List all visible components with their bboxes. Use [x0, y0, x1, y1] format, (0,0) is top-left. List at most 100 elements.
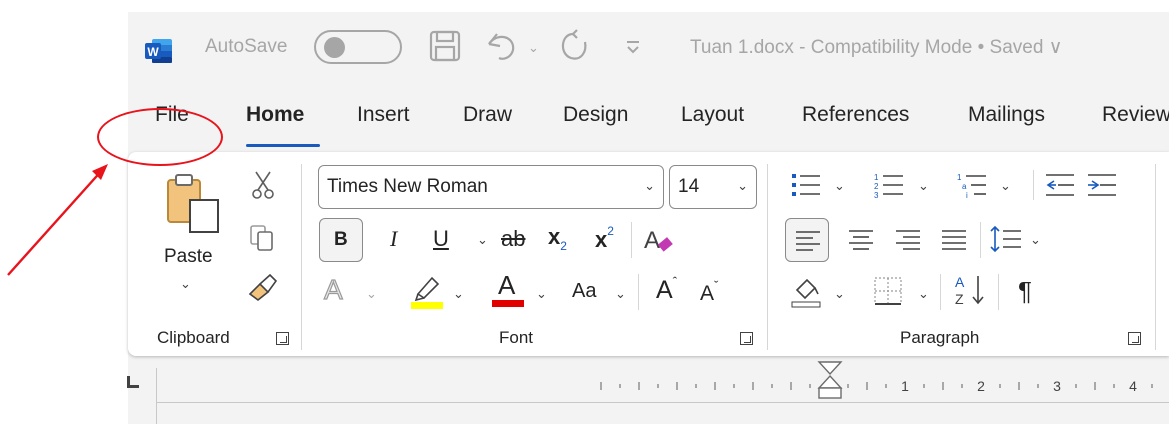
- clipboard-dialog-launcher-icon[interactable]: [276, 332, 289, 345]
- ruler-number: 4: [1129, 378, 1137, 394]
- svg-text:3: 3: [874, 191, 879, 198]
- paragraph-dialog-launcher-icon[interactable]: [1128, 332, 1141, 345]
- paste-dropdown-icon[interactable]: ⌄: [180, 276, 191, 292]
- shading-icon[interactable]: [791, 274, 823, 308]
- ruler-divider-vertical: [156, 368, 157, 424]
- decrease-indent-icon[interactable]: [1044, 172, 1076, 198]
- strikethrough-button[interactable]: ab: [501, 226, 525, 252]
- subscript-mark: 2: [560, 239, 567, 253]
- superscript-mark: 2: [607, 224, 614, 238]
- tab-references[interactable]: References: [802, 103, 909, 127]
- word-app-icon: W: [144, 37, 174, 65]
- clear-formatting-icon[interactable]: A: [642, 224, 676, 256]
- paste-label[interactable]: Paste: [164, 246, 213, 268]
- shrink-font-letter: A: [700, 282, 715, 305]
- line-spacing-dropdown-icon[interactable]: ⌄: [1030, 232, 1041, 248]
- tab-home[interactable]: Home: [246, 103, 304, 127]
- svg-text:A: A: [955, 274, 965, 290]
- save-icon[interactable]: [428, 29, 462, 63]
- horizontal-ruler: 1 2 3 4: [597, 370, 1169, 402]
- bullets-dropdown-icon[interactable]: ⌄: [834, 178, 845, 194]
- numbering-dropdown-icon[interactable]: ⌄: [918, 178, 929, 194]
- separator: [998, 274, 999, 310]
- font-color-letter: A: [498, 270, 516, 300]
- clipboard-group-label: Clipboard: [157, 328, 230, 347]
- undo-dropdown-icon[interactable]: ⌄: [528, 40, 539, 56]
- tab-draw[interactable]: Draw: [463, 103, 512, 127]
- tab-review[interactable]: Review: [1102, 103, 1169, 127]
- align-center-icon[interactable]: [848, 228, 874, 252]
- subscript-button[interactable]: x2: [548, 224, 567, 253]
- separator: [940, 274, 941, 310]
- grow-font-letter: A: [656, 276, 673, 304]
- annotation-arrow: [0, 150, 120, 280]
- line-spacing-icon[interactable]: [990, 224, 1022, 254]
- underline-dropdown-icon[interactable]: ⌄: [477, 232, 488, 248]
- align-left-button[interactable]: [785, 218, 829, 262]
- numbering-icon[interactable]: 123: [873, 172, 905, 198]
- multilevel-list-icon[interactable]: 1ai: [956, 172, 988, 198]
- copy-icon[interactable]: [248, 224, 276, 254]
- shading-dropdown-icon[interactable]: ⌄: [834, 286, 845, 302]
- font-size-select[interactable]: 14 ⌄: [669, 165, 757, 209]
- align-left-icon: [796, 231, 820, 251]
- separator: [1155, 164, 1156, 350]
- svg-text:A: A: [644, 227, 660, 254]
- autosave-toggle-knob: [324, 37, 345, 58]
- justify-icon[interactable]: [941, 228, 967, 252]
- customize-qat-icon[interactable]: [625, 36, 641, 56]
- tab-mailings[interactable]: Mailings: [968, 103, 1045, 127]
- highlight-dropdown-icon[interactable]: ⌄: [453, 286, 464, 302]
- tab-insert[interactable]: Insert: [357, 103, 410, 127]
- superscript-button[interactable]: x2: [595, 224, 614, 253]
- font-color-dropdown-icon[interactable]: ⌄: [536, 286, 547, 302]
- sort-icon[interactable]: AZ: [954, 272, 988, 308]
- font-dialog-launcher-icon[interactable]: [740, 332, 753, 345]
- shrink-font-button[interactable]: Aˇ: [700, 278, 718, 306]
- word-icon-letter: W: [147, 45, 159, 59]
- svg-text:Z: Z: [955, 291, 964, 307]
- tab-design[interactable]: Design: [563, 103, 628, 127]
- tab-layout[interactable]: Layout: [681, 103, 744, 127]
- paste-icon[interactable]: [164, 172, 222, 234]
- separator: [631, 222, 632, 258]
- borders-dropdown-icon[interactable]: ⌄: [918, 286, 929, 302]
- italic-button[interactable]: I: [390, 226, 397, 252]
- font-name-select[interactable]: Times New Roman ⌄: [318, 165, 664, 209]
- grow-font-button[interactable]: Aˆ: [656, 274, 677, 305]
- font-color-swatch: [492, 300, 524, 307]
- change-case-dropdown-icon[interactable]: ⌄: [615, 286, 626, 302]
- subscript-base: x: [548, 224, 561, 249]
- indent-markers-icon[interactable]: [816, 360, 844, 402]
- bold-button[interactable]: B: [319, 218, 363, 262]
- borders-icon[interactable]: [873, 276, 903, 306]
- autosave-toggle[interactable]: [314, 30, 402, 64]
- format-painter-icon[interactable]: [246, 272, 280, 302]
- ruler-number: 3: [1053, 378, 1061, 394]
- change-case-button[interactable]: Aa: [572, 280, 596, 303]
- redo-icon[interactable]: [555, 28, 591, 64]
- show-formatting-marks-button[interactable]: ¶: [1018, 276, 1032, 307]
- cut-icon[interactable]: [251, 170, 275, 200]
- document-title: Tuan 1.docx - Compatibility Mode • Saved…: [690, 37, 1063, 58]
- bold-label: B: [334, 229, 348, 250]
- text-effects-button[interactable]: A: [323, 273, 343, 306]
- underline-button[interactable]: U: [433, 226, 449, 252]
- svg-text:a: a: [962, 182, 967, 191]
- autosave-label: AutoSave: [205, 36, 288, 57]
- font-color-button[interactable]: A: [492, 270, 524, 310]
- svg-text:1: 1: [957, 173, 962, 182]
- font-size-dropdown-icon[interactable]: ⌄: [737, 178, 748, 194]
- highlight-color-icon[interactable]: [410, 272, 444, 310]
- text-effects-dropdown-icon[interactable]: ⌄: [366, 286, 377, 302]
- increase-indent-icon[interactable]: [1086, 172, 1118, 198]
- bullets-icon[interactable]: [790, 172, 822, 198]
- font-name-dropdown-icon[interactable]: ⌄: [644, 178, 655, 194]
- tab-selector-icon[interactable]: [127, 376, 139, 388]
- align-right-icon[interactable]: [895, 228, 921, 252]
- grow-font-caret-icon: ˆ: [672, 274, 678, 289]
- separator: [638, 274, 639, 310]
- multilevel-list-dropdown-icon[interactable]: ⌄: [1000, 178, 1011, 194]
- font-group-label: Font: [499, 328, 534, 347]
- undo-icon[interactable]: [483, 28, 519, 64]
